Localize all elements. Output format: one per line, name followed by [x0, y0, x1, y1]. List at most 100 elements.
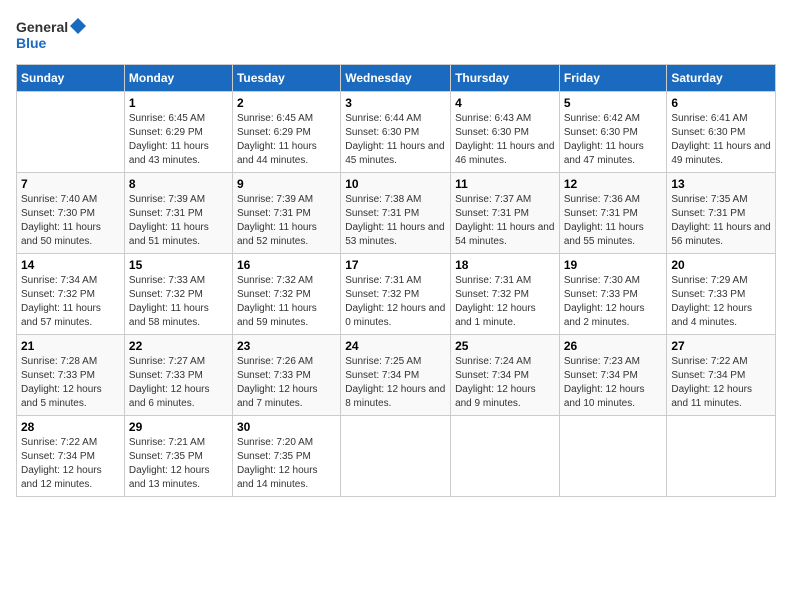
calendar-cell: 16 Sunrise: 7:32 AMSunset: 7:32 PMDayligh…: [232, 254, 340, 335]
day-number: 11: [455, 177, 555, 191]
calendar-cell: 22Sunrise: 7:27 AMSunset: 7:33 PMDayligh…: [124, 335, 232, 416]
day-info: Sunrise: 7:40 AMSunset: 7:30 PMDaylight:…: [21, 193, 120, 249]
day-number: 13: [671, 177, 771, 191]
calendar-cell: 6 Sunrise: 6:41 AMSunset: 6:30 PMDaylight…: [667, 92, 776, 173]
calendar-cell: 11 Sunrise: 7:37 AMSunset: 7:31 PMDayligh…: [451, 173, 560, 254]
day-number: 25: [455, 339, 555, 353]
calendar-cell: 4 Sunrise: 6:43 AMSunset: 6:30 PMDaylight…: [451, 92, 560, 173]
day-number: 29: [129, 420, 228, 434]
day-number: 10: [345, 177, 446, 191]
day-number: 3: [345, 96, 446, 110]
day-number: 24: [345, 339, 446, 353]
calendar-cell: 30Sunrise: 7:20 AMSunset: 7:35 PMDayligh…: [232, 416, 340, 497]
day-number: 1: [129, 96, 228, 110]
calendar-cell: 5 Sunrise: 6:42 AMSunset: 6:30 PMDaylight…: [559, 92, 667, 173]
calendar-cell: 20Sunrise: 7:29 AMSunset: 7:33 PMDayligh…: [667, 254, 776, 335]
calendar-cell: 3 Sunrise: 6:44 AMSunset: 6:30 PMDaylight…: [341, 92, 451, 173]
column-header-friday: Friday: [559, 65, 667, 92]
day-number: 7: [21, 177, 120, 191]
day-info: Sunrise: 6:45 AMSunset: 6:29 PMDaylight:…: [129, 112, 228, 168]
day-info: Sunrise: 6:44 AMSunset: 6:30 PMDaylight:…: [345, 112, 446, 168]
calendar-cell: [17, 92, 125, 173]
calendar-cell: 1 Sunrise: 6:45 AMSunset: 6:29 PMDaylight…: [124, 92, 232, 173]
day-number: 2: [237, 96, 336, 110]
day-number: 15: [129, 258, 228, 272]
calendar-cell: [451, 416, 560, 497]
day-number: 9: [237, 177, 336, 191]
day-info: Sunrise: 7:38 AMSunset: 7:31 PMDaylight:…: [345, 193, 446, 249]
calendar-cell: 10 Sunrise: 7:38 AMSunset: 7:31 PMDayligh…: [341, 173, 451, 254]
calendar-cell: 19 Sunrise: 7:30 AMSunset: 7:33 PMDayligh…: [559, 254, 667, 335]
calendar-cell: 26Sunrise: 7:23 AMSunset: 7:34 PMDayligh…: [559, 335, 667, 416]
day-info: Sunrise: 7:22 AMSunset: 7:34 PMDaylight:…: [21, 436, 120, 492]
day-info: Sunrise: 7:28 AMSunset: 7:33 PMDaylight:…: [21, 355, 120, 411]
day-info: Sunrise: 6:45 AMSunset: 6:29 PMDaylight:…: [237, 112, 336, 168]
day-info: Sunrise: 7:26 AMSunset: 7:33 PMDaylight:…: [237, 355, 336, 411]
day-number: 12: [564, 177, 663, 191]
column-header-thursday: Thursday: [451, 65, 560, 92]
column-header-wednesday: Wednesday: [341, 65, 451, 92]
day-info: Sunrise: 7:32 AMSunset: 7:32 PMDaylight:…: [237, 274, 336, 330]
day-number: 21: [21, 339, 120, 353]
logo: General Blue: [16, 16, 86, 52]
day-number: 6: [671, 96, 771, 110]
day-number: 19: [564, 258, 663, 272]
day-info: Sunrise: 7:30 AMSunset: 7:33 PMDaylight:…: [564, 274, 663, 330]
svg-text:General: General: [16, 19, 68, 35]
calendar-cell: 23 Sunrise: 7:26 AMSunset: 7:33 PMDayligh…: [232, 335, 340, 416]
day-number: 14: [21, 258, 120, 272]
svg-text:Blue: Blue: [16, 35, 47, 51]
day-info: Sunrise: 7:24 AMSunset: 7:34 PMDaylight:…: [455, 355, 555, 411]
day-info: Sunrise: 7:36 AMSunset: 7:31 PMDaylight:…: [564, 193, 663, 249]
calendar-cell: 28Sunrise: 7:22 AMSunset: 7:34 PMDayligh…: [17, 416, 125, 497]
calendar-cell: 25 Sunrise: 7:24 AMSunset: 7:34 PMDayligh…: [451, 335, 560, 416]
day-number: 4: [455, 96, 555, 110]
calendar-header-row: SundayMondayTuesdayWednesdayThursdayFrid…: [17, 65, 776, 92]
day-info: Sunrise: 6:43 AMSunset: 6:30 PMDaylight:…: [455, 112, 555, 168]
page-header: General Blue: [16, 16, 776, 52]
calendar-cell: [667, 416, 776, 497]
calendar-cell: 8 Sunrise: 7:39 AMSunset: 7:31 PMDaylight…: [124, 173, 232, 254]
day-info: Sunrise: 6:42 AMSunset: 6:30 PMDaylight:…: [564, 112, 663, 168]
calendar-cell: 9 Sunrise: 7:39 AMSunset: 7:31 PMDaylight…: [232, 173, 340, 254]
calendar-cell: 14Sunrise: 7:34 AMSunset: 7:32 PMDayligh…: [17, 254, 125, 335]
calendar-cell: [559, 416, 667, 497]
calendar-week-row: 7 Sunrise: 7:40 AMSunset: 7:30 PMDaylight…: [17, 173, 776, 254]
column-header-tuesday: Tuesday: [232, 65, 340, 92]
column-header-sunday: Sunday: [17, 65, 125, 92]
day-info: Sunrise: 7:27 AMSunset: 7:33 PMDaylight:…: [129, 355, 228, 411]
calendar-week-row: 1 Sunrise: 6:45 AMSunset: 6:29 PMDaylight…: [17, 92, 776, 173]
calendar-cell: 21 Sunrise: 7:28 AMSunset: 7:33 PMDayligh…: [17, 335, 125, 416]
column-header-monday: Monday: [124, 65, 232, 92]
day-number: 18: [455, 258, 555, 272]
day-info: Sunrise: 6:41 AMSunset: 6:30 PMDaylight:…: [671, 112, 771, 168]
day-number: 17: [345, 258, 446, 272]
day-number: 8: [129, 177, 228, 191]
calendar-week-row: 28Sunrise: 7:22 AMSunset: 7:34 PMDayligh…: [17, 416, 776, 497]
day-info: Sunrise: 7:22 AMSunset: 7:34 PMDaylight:…: [671, 355, 771, 411]
day-info: Sunrise: 7:39 AMSunset: 7:31 PMDaylight:…: [237, 193, 336, 249]
calendar-cell: [341, 416, 451, 497]
calendar-week-row: 21 Sunrise: 7:28 AMSunset: 7:33 PMDayligh…: [17, 335, 776, 416]
calendar-cell: 17 Sunrise: 7:31 AMSunset: 7:32 PMDayligh…: [341, 254, 451, 335]
day-info: Sunrise: 7:20 AMSunset: 7:35 PMDaylight:…: [237, 436, 336, 492]
day-number: 5: [564, 96, 663, 110]
day-info: Sunrise: 7:39 AMSunset: 7:31 PMDaylight:…: [129, 193, 228, 249]
calendar-cell: 24 Sunrise: 7:25 AMSunset: 7:34 PMDayligh…: [341, 335, 451, 416]
calendar-cell: 15Sunrise: 7:33 AMSunset: 7:32 PMDayligh…: [124, 254, 232, 335]
day-info: Sunrise: 7:25 AMSunset: 7:34 PMDaylight:…: [345, 355, 446, 411]
day-info: Sunrise: 7:35 AMSunset: 7:31 PMDaylight:…: [671, 193, 771, 249]
day-number: 23: [237, 339, 336, 353]
day-number: 27: [671, 339, 771, 353]
calendar-cell: 18Sunrise: 7:31 AMSunset: 7:32 PMDayligh…: [451, 254, 560, 335]
day-number: 16: [237, 258, 336, 272]
day-info: Sunrise: 7:23 AMSunset: 7:34 PMDaylight:…: [564, 355, 663, 411]
calendar-cell: 7 Sunrise: 7:40 AMSunset: 7:30 PMDaylight…: [17, 173, 125, 254]
day-info: Sunrise: 7:31 AMSunset: 7:32 PMDaylight:…: [345, 274, 446, 330]
day-info: Sunrise: 7:37 AMSunset: 7:31 PMDaylight:…: [455, 193, 555, 249]
calendar-cell: 2 Sunrise: 6:45 AMSunset: 6:29 PMDaylight…: [232, 92, 340, 173]
calendar-week-row: 14Sunrise: 7:34 AMSunset: 7:32 PMDayligh…: [17, 254, 776, 335]
day-info: Sunrise: 7:29 AMSunset: 7:33 PMDaylight:…: [671, 274, 771, 330]
column-header-saturday: Saturday: [667, 65, 776, 92]
day-info: Sunrise: 7:21 AMSunset: 7:35 PMDaylight:…: [129, 436, 228, 492]
